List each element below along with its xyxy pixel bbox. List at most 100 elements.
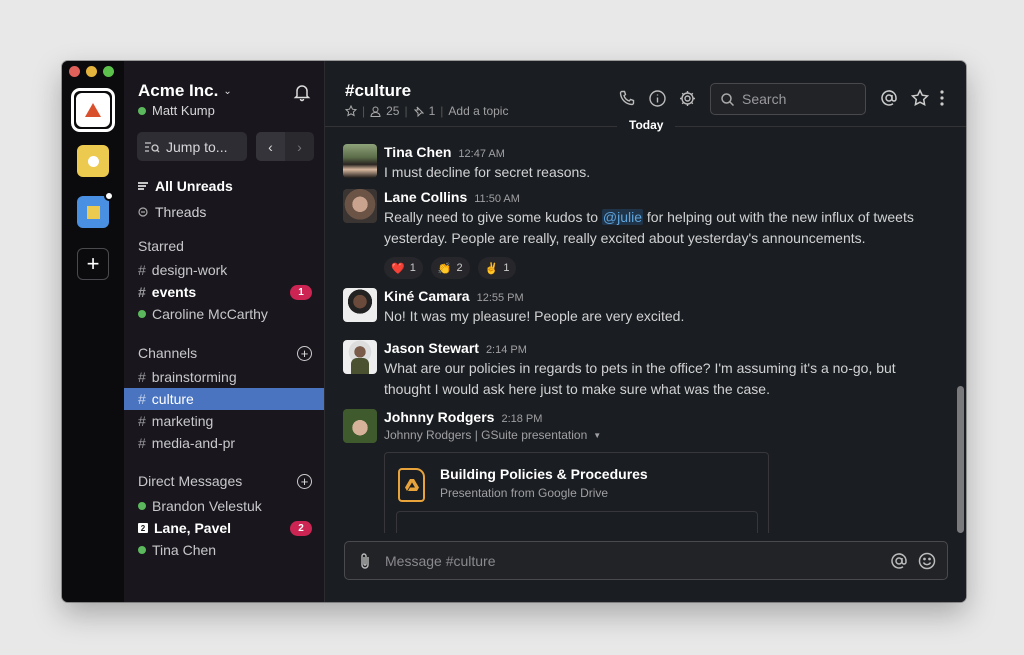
- gear-icon: [679, 90, 695, 106]
- message-time[interactable]: 2:18 PM: [501, 413, 542, 425]
- caret-down-icon: ▼: [593, 430, 602, 440]
- attachment-source: Johnny Rodgers | GSuite presentation: [384, 428, 588, 442]
- avatar[interactable]: [343, 340, 377, 374]
- attachment-header[interactable]: Johnny Rodgers | GSuite presentation ▼: [384, 428, 946, 442]
- avatar[interactable]: [343, 288, 377, 322]
- message-text: I must decline for secret reasons.: [384, 164, 591, 180]
- sidebar-item-label: media-and-pr: [151, 435, 236, 451]
- more-options-button[interactable]: [936, 89, 948, 107]
- workspace-acme[interactable]: [71, 88, 115, 132]
- sidebar-item-label: culture: [151, 391, 194, 407]
- add-workspace-button[interactable]: +: [77, 248, 109, 280]
- messages-scrollbar[interactable]: [957, 386, 964, 533]
- sidebar-item-tina-chen[interactable]: Tina Chen: [124, 539, 324, 561]
- sidebar-item-design-work[interactable]: # design-work: [124, 259, 324, 281]
- minimize-window-button[interactable]: [86, 66, 97, 77]
- star-icon[interactable]: [345, 105, 357, 117]
- reaction-heart[interactable]: ❤️ 1: [384, 257, 423, 279]
- message-author[interactable]: Tina Chen: [384, 144, 451, 160]
- sidebar-item-media-and-pr[interactable]: # media-and-pr: [124, 432, 324, 454]
- avatar[interactable]: [343, 189, 377, 223]
- message-text: No! It was my pleasure! People are very …: [384, 308, 685, 324]
- presence-online-icon: [138, 106, 146, 115]
- reaction-clap[interactable]: 👏 2: [430, 257, 470, 279]
- avatar[interactable]: [343, 409, 377, 443]
- unread-badge: 2: [290, 520, 312, 536]
- workspace-yellow[interactable]: [77, 145, 109, 177]
- at-icon: [891, 552, 907, 569]
- window-controls: [69, 66, 114, 77]
- notifications-bell-button[interactable]: [292, 82, 312, 102]
- jump-search-icon: [145, 141, 160, 152]
- maximize-window-button[interactable]: [103, 66, 114, 77]
- pinned-count[interactable]: 1: [429, 104, 436, 118]
- message-time[interactable]: 2:14 PM: [486, 344, 527, 356]
- sidebar-item-brandon-velestuk[interactable]: Brandon Velestuk: [124, 495, 324, 517]
- attach-file-button[interactable]: [345, 552, 385, 570]
- add-channel-button[interactable]: +: [297, 345, 312, 361]
- sidebar-item-brainstorming[interactable]: # brainstorming: [124, 366, 324, 388]
- mention-button[interactable]: [885, 552, 913, 570]
- workspace-blue[interactable]: [77, 191, 114, 228]
- history-nav: ‹ ›: [256, 132, 314, 161]
- message-text: Really need to give some kudos to @julie…: [384, 207, 946, 249]
- message-author[interactable]: Kiné Camara: [384, 288, 470, 304]
- starred-items-button[interactable]: [911, 89, 929, 107]
- message-input[interactable]: [385, 552, 885, 569]
- notification-dot: [104, 191, 114, 201]
- message-text-part: Really need to give some kudos to: [384, 209, 602, 225]
- call-button[interactable]: [618, 89, 636, 107]
- search-input[interactable]: Search: [710, 83, 866, 115]
- message-author[interactable]: Jason Stewart: [384, 340, 479, 356]
- emoji-button[interactable]: [913, 552, 941, 570]
- add-dm-button[interactable]: +: [297, 473, 312, 489]
- jump-to-label: Jump to...: [166, 138, 228, 155]
- heart-icon: ❤️: [391, 262, 405, 275]
- jump-to-button[interactable]: Jump to...: [137, 132, 247, 161]
- sidebar-item-marketing[interactable]: # marketing: [124, 410, 324, 432]
- sidebar-item-all-unreads[interactable]: All Unreads: [138, 178, 233, 194]
- chevron-left-icon: ‹: [268, 138, 273, 155]
- message-time[interactable]: 12:47 AM: [458, 148, 504, 160]
- message-composer: [344, 541, 948, 580]
- back-button[interactable]: ‹: [256, 132, 285, 161]
- starred-section-header[interactable]: Starred: [138, 238, 312, 254]
- clap-icon: 👏: [437, 262, 452, 275]
- message-time[interactable]: 11:50 AM: [474, 193, 520, 205]
- team-header[interactable]: Acme Inc. ⌄ Matt Kump: [138, 81, 232, 118]
- user-mention[interactable]: @julie: [601, 209, 644, 225]
- message: Tina Chen 12:47 AM I must decline for se…: [343, 144, 946, 183]
- section-title: Channels: [138, 345, 198, 361]
- sidebar-item-culture[interactable]: # culture: [124, 388, 324, 410]
- message-author[interactable]: Johnny Rodgers: [384, 409, 494, 425]
- avatar[interactable]: [343, 144, 377, 178]
- message-author[interactable]: Lane Collins: [384, 189, 467, 205]
- sidebar-item-events[interactable]: # events 1: [124, 281, 324, 303]
- member-count[interactable]: 25: [386, 104, 399, 118]
- sidebar-item-threads[interactable]: Threads: [138, 204, 206, 220]
- hash-icon: #: [138, 262, 146, 278]
- sidebar-item-caroline-mccarthy[interactable]: Caroline McCarthy: [124, 303, 324, 325]
- add-topic-link[interactable]: Add a topic: [448, 104, 508, 118]
- sidebar-item-lane-pavel[interactable]: 2 Lane, Pavel 2: [124, 517, 324, 539]
- mentions-button[interactable]: [880, 89, 898, 107]
- close-window-button[interactable]: [69, 66, 80, 77]
- hash-icon: #: [138, 413, 146, 429]
- forward-button[interactable]: ›: [285, 132, 314, 161]
- google-drive-file-icon: [398, 468, 425, 502]
- sidebar-item-label: Brandon Velestuk: [152, 498, 262, 514]
- dm-section-header[interactable]: Direct Messages +: [138, 473, 312, 489]
- channels-section-header[interactable]: Channels +: [138, 345, 312, 361]
- message-time[interactable]: 12:55 PM: [477, 292, 524, 304]
- date-divider: Today: [617, 118, 676, 132]
- channel-settings-button[interactable]: [678, 89, 696, 107]
- app-window: + Acme Inc. ⌄ Matt Kump Jump to... ‹ › A…: [62, 61, 966, 602]
- reaction-victory[interactable]: ✌️ 1: [477, 257, 517, 279]
- message: Jason Stewart 2:14 PM What are our polic…: [343, 340, 946, 400]
- reaction-count: 1: [409, 262, 416, 274]
- star-icon: [911, 89, 929, 106]
- channel-info-button[interactable]: [648, 89, 666, 107]
- sidebar-item-label: Threads: [155, 204, 207, 220]
- attachment-title[interactable]: Building Policies & Procedures: [440, 466, 648, 482]
- hash-icon: #: [138, 391, 146, 407]
